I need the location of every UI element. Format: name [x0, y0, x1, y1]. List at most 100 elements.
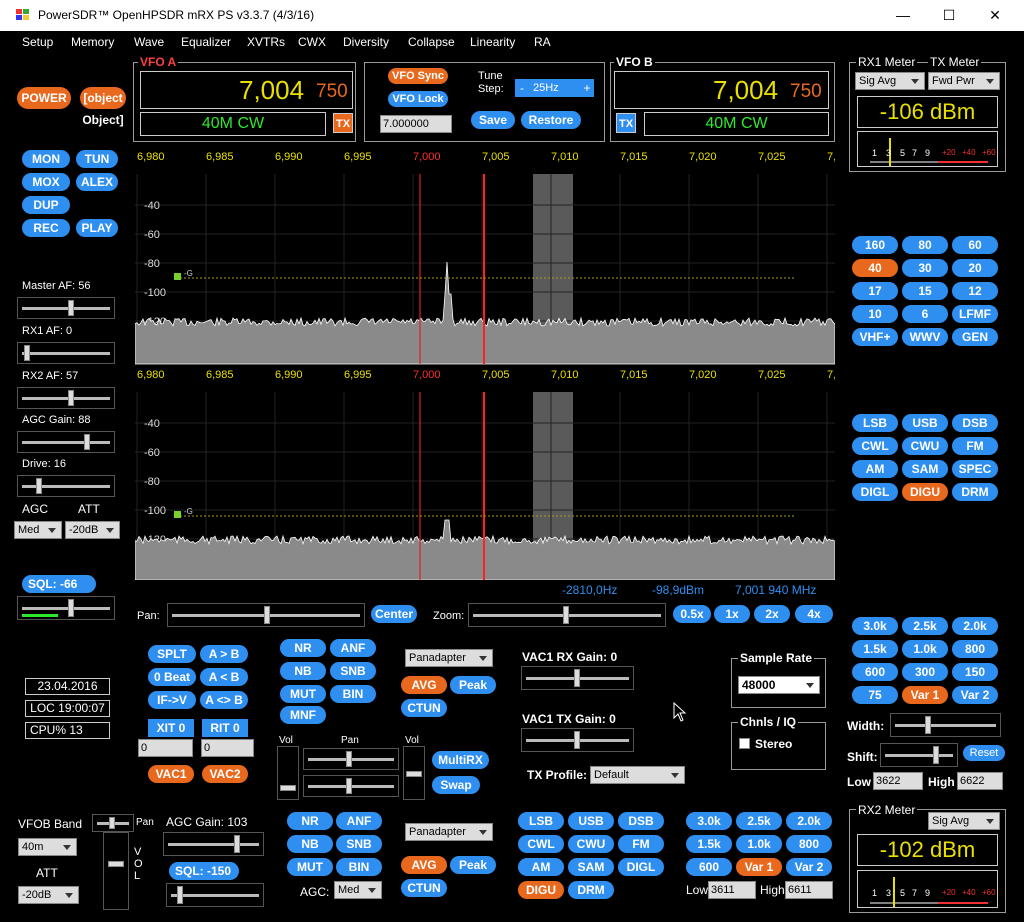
tx-profile-select[interactable]: Default [590, 766, 685, 784]
mox-button[interactable]: MOX [22, 173, 70, 191]
band-6-button[interactable]: 6 [902, 305, 948, 323]
mode-cwu-button[interactable]: CWU [902, 437, 948, 455]
rx2-anf-button[interactable]: ANF [336, 812, 382, 830]
menu-xvtrs[interactable]: XVTRs [247, 35, 285, 49]
shift-slider[interactable] [880, 743, 958, 767]
menu-setup[interactable]: Setup [22, 35, 53, 49]
rx2-mode-sam-button[interactable]: SAM [568, 858, 614, 876]
mode-usb-button[interactable]: USB [902, 414, 948, 432]
rx2-filter-600-button[interactable]: 600 [686, 858, 732, 876]
filter-2-5k-button[interactable]: 2.5k [902, 617, 948, 635]
filter-75-button[interactable]: 75 [852, 686, 898, 704]
menu-wave[interactable]: Wave [134, 35, 164, 49]
b-to-a-button[interactable]: A < B [200, 668, 248, 686]
band-60-button[interactable]: 60 [952, 236, 998, 254]
drive-slider[interactable] [17, 475, 115, 497]
rx2-filter-2-5k-button[interactable]: 2.5k [736, 812, 782, 830]
agc-gain-slider[interactable] [17, 431, 115, 453]
peak-button[interactable]: Peak [450, 676, 496, 694]
nr-button[interactable]: NR [280, 639, 326, 657]
save-button[interactable]: Save [471, 111, 515, 129]
rx2-filter-high-input[interactable]: 6611 [785, 881, 833, 899]
vfo-lock-button[interactable]: VFO Lock [388, 91, 448, 107]
band-40-button[interactable]: 40 [852, 259, 898, 277]
rx2-button[interactable]: [object Object] [80, 87, 126, 127]
swap-button[interactable]: Swap [432, 776, 480, 794]
rx1-pan-slider[interactable] [303, 748, 399, 770]
band-20-button[interactable]: 20 [952, 259, 998, 277]
rec-button[interactable]: REC [22, 219, 70, 237]
vfo-b-tx-button[interactable]: TX [616, 113, 636, 133]
rx2-mode-digu-button[interactable]: DIGU [518, 881, 564, 899]
rx2-mode-lsb-button[interactable]: LSB [518, 812, 564, 830]
squelch-button[interactable]: SQL: -66 [22, 575, 96, 593]
rx2-meter-mode-select[interactable]: Sig Avg [928, 812, 1000, 830]
multirx-button[interactable]: MultiRX [432, 751, 489, 769]
band-10-button[interactable]: 10 [852, 305, 898, 323]
nb-button[interactable]: NB [280, 662, 326, 680]
a-to-b-button[interactable]: A > B [200, 645, 248, 663]
rx2-filter-var-2-button[interactable]: Var 2 [786, 858, 832, 876]
step-minus-button[interactable]: - [515, 79, 529, 97]
filter-600-button[interactable]: 600 [852, 663, 898, 681]
zoom-0.5x-button[interactable]: 0.5x [673, 605, 711, 623]
tx-meter-mode-select[interactable]: Fwd Pwr [928, 72, 1000, 90]
mode-digl-button[interactable]: DIGL [852, 483, 898, 501]
stereo-checkbox[interactable] [739, 738, 750, 749]
rx2-filter-3-0k-button[interactable]: 3.0k [686, 812, 732, 830]
zoom-2x-button[interactable]: 2x [754, 605, 790, 623]
rx2-af-slider[interactable] [17, 387, 115, 409]
step-plus-button[interactable]: + [580, 79, 594, 97]
rx2-filter-1-0k-button[interactable]: 1.0k [736, 835, 782, 853]
vfo-b-display[interactable]: 7,004 750 [614, 71, 829, 109]
rx2-mode-dsb-button[interactable]: DSB [618, 812, 664, 830]
rx2-vol-bottom-slider[interactable] [103, 832, 129, 910]
band-17-button[interactable]: 17 [852, 282, 898, 300]
rx2-avg-button[interactable]: AVG [401, 856, 447, 874]
filter-800-button[interactable]: 800 [952, 640, 998, 658]
menu-cwx[interactable]: CWX [298, 35, 326, 49]
rx2-mode-fm-button[interactable]: FM [618, 835, 664, 853]
filter-2-0k-button[interactable]: 2.0k [952, 617, 998, 635]
vac2-button[interactable]: VAC2 [202, 765, 248, 783]
att-select[interactable]: -20dB [65, 521, 120, 539]
vfo-a-tx-button[interactable]: TX [333, 113, 353, 133]
if-to-v-button[interactable]: IF->V [148, 691, 196, 709]
zoom-1x-button[interactable]: 1x [714, 605, 750, 623]
mode-fm-button[interactable]: FM [952, 437, 998, 455]
minimize-icon[interactable]: — [880, 0, 926, 31]
rx2-snb-button[interactable]: SNB [336, 835, 382, 853]
band-gen-button[interactable]: GEN [952, 328, 998, 346]
ctun-button[interactable]: CTUN [401, 699, 447, 717]
band-30-button[interactable]: 30 [902, 259, 948, 277]
menu-ra[interactable]: RA [534, 35, 551, 49]
power-button[interactable]: POWER [17, 87, 71, 109]
rx2-filter-800-button[interactable]: 800 [786, 835, 832, 853]
agc-select[interactable]: Med [14, 521, 62, 539]
squelch-slider[interactable] [17, 596, 115, 620]
split-button[interactable]: SPLT [148, 645, 196, 663]
display-mode-select[interactable]: Panadapter [405, 649, 493, 667]
pan-slider[interactable] [167, 603, 365, 627]
rx2-mode-usb-button[interactable]: USB [568, 812, 614, 830]
bin-button[interactable]: BIN [330, 685, 376, 703]
vfo-a-display[interactable]: 7,004 750 [140, 71, 353, 109]
step-value[interactable]: 25Hz [529, 79, 580, 97]
anf-button[interactable]: ANF [330, 639, 376, 657]
close-icon[interactable]: ✕ [972, 0, 1018, 31]
filter-150-button[interactable]: 150 [952, 663, 998, 681]
menu-equalizer[interactable]: Equalizer [181, 35, 231, 49]
a-swap-b-button[interactable]: A <> B [200, 691, 248, 709]
rx2-filter-1-5k-button[interactable]: 1.5k [686, 835, 732, 853]
band-15-button[interactable]: 15 [902, 282, 948, 300]
menu-collapse[interactable]: Collapse [408, 35, 455, 49]
menu-memory[interactable]: Memory [71, 35, 114, 49]
filter-1-0k-button[interactable]: 1.0k [902, 640, 948, 658]
band-160-button[interactable]: 160 [852, 236, 898, 254]
mode-spec-button[interactable]: SPEC [952, 460, 998, 478]
maximize-icon[interactable]: ☐ [926, 0, 972, 31]
alex-button[interactable]: ALEX [76, 173, 118, 191]
dup-button[interactable]: DUP [22, 196, 70, 214]
center-button[interactable]: Center [371, 605, 417, 623]
rx2-mode-am-button[interactable]: AM [518, 858, 564, 876]
